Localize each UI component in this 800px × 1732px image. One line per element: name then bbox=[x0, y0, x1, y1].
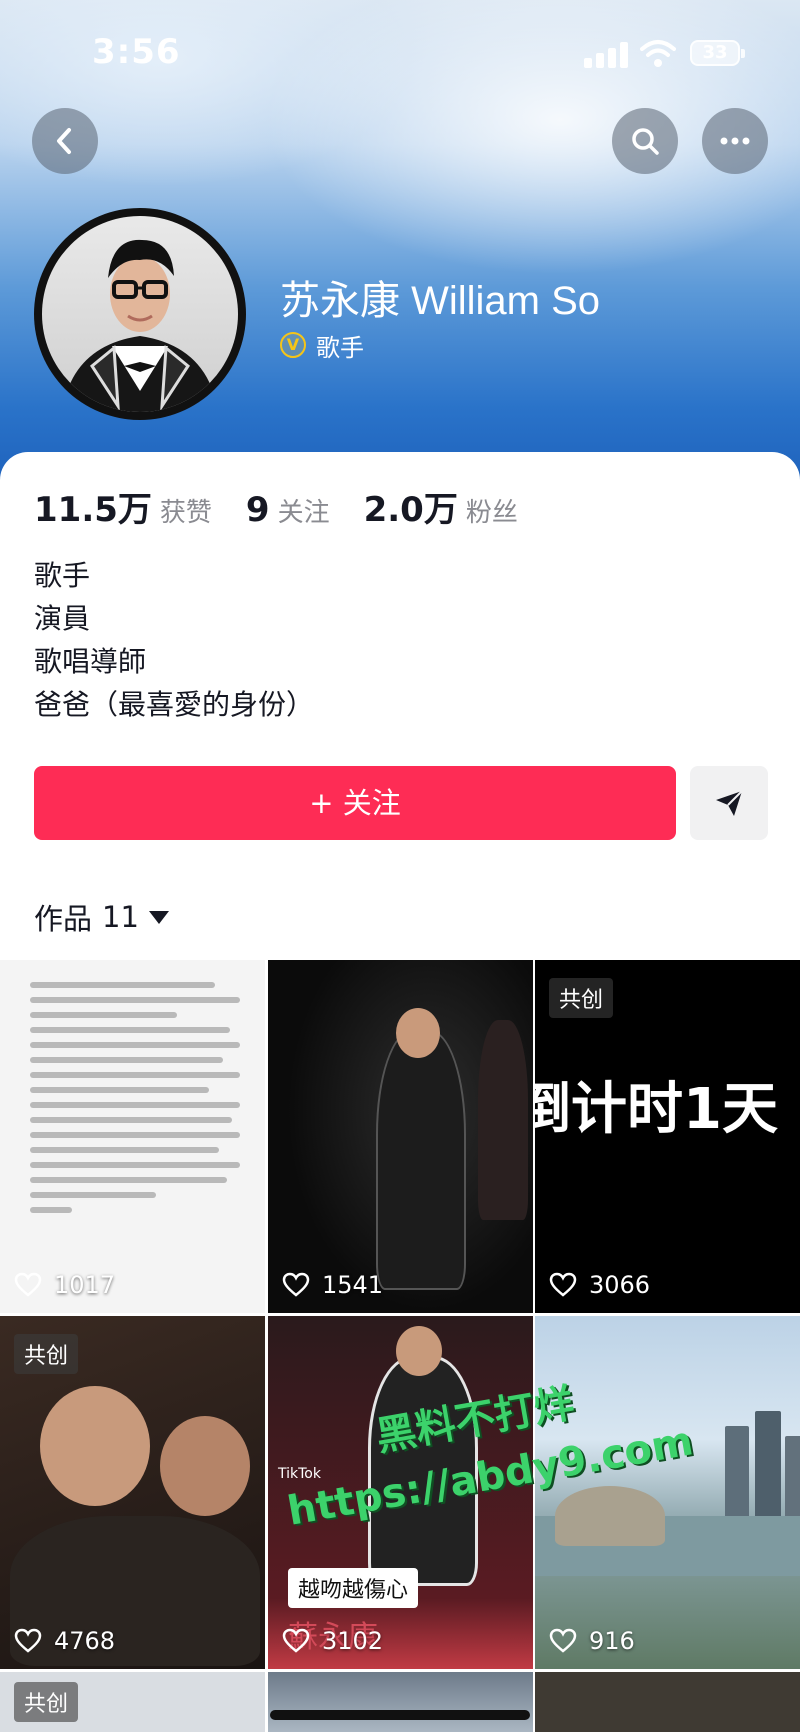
co-creation-tag: 共创 bbox=[14, 1682, 79, 1722]
letter-thumbnail bbox=[30, 982, 240, 1242]
like-count-value: 3102 bbox=[322, 1627, 384, 1655]
avatar-portrait bbox=[62, 239, 218, 412]
video-tile[interactable] bbox=[535, 1672, 800, 1732]
video-tile[interactable]: 共创 4768 bbox=[0, 1316, 265, 1669]
search-button[interactable] bbox=[612, 108, 678, 174]
verified-row: V 歌手 bbox=[280, 330, 364, 362]
back-button[interactable] bbox=[32, 108, 98, 174]
likes-label[interactable]: 获赞 bbox=[160, 492, 212, 529]
like-count: 1017 bbox=[14, 1271, 115, 1299]
heart-icon bbox=[549, 1272, 577, 1297]
video-tile[interactable] bbox=[268, 1672, 533, 1732]
stats-row: 11.5万 获赞 9 关注 2.0万 粉丝 bbox=[34, 482, 552, 531]
like-count: 3102 bbox=[282, 1627, 383, 1655]
wifi-icon bbox=[640, 40, 676, 67]
search-icon bbox=[632, 128, 659, 155]
like-count: 916 bbox=[549, 1627, 635, 1655]
likes-count[interactable]: 11.5万 bbox=[34, 482, 152, 531]
like-count-value: 1017 bbox=[54, 1271, 116, 1299]
verified-icon: V bbox=[280, 332, 306, 358]
home-indicator bbox=[270, 1710, 530, 1720]
works-tab[interactable]: 作品 11 bbox=[34, 896, 169, 938]
like-count: 3066 bbox=[549, 1271, 650, 1299]
heart-icon bbox=[282, 1272, 310, 1297]
follow-button[interactable]: + 关注 bbox=[34, 766, 676, 840]
bio-line: 歌唱導師 bbox=[34, 645, 147, 678]
performer-head bbox=[396, 1326, 442, 1376]
avatar[interactable] bbox=[34, 208, 246, 420]
co-creation-tag: 共创 bbox=[549, 978, 614, 1018]
status-time: 3:56 bbox=[92, 32, 181, 72]
like-count-value: 1541 bbox=[322, 1271, 384, 1299]
heart-icon bbox=[14, 1628, 42, 1653]
heart-icon bbox=[282, 1628, 310, 1653]
works-count: 11 bbox=[102, 900, 139, 934]
more-icon bbox=[720, 137, 750, 145]
following-count[interactable]: 9 bbox=[246, 490, 270, 530]
following-label[interactable]: 关注 bbox=[278, 492, 330, 529]
works-label: 作品 bbox=[34, 902, 93, 936]
like-count-value: 4768 bbox=[54, 1627, 116, 1655]
profile-name: 苏永康 William So bbox=[280, 279, 601, 323]
caret-down-icon bbox=[148, 910, 169, 924]
person-face bbox=[40, 1386, 150, 1506]
bio: 歌手 演員 歌唱導師 爸爸（最喜愛的身份） bbox=[34, 554, 314, 726]
send-icon bbox=[716, 790, 743, 816]
thumbnail-headline: 倒计时1天 bbox=[535, 1077, 778, 1142]
verified-label: 歌手 bbox=[316, 333, 364, 362]
bio-line: 演員 bbox=[34, 602, 91, 635]
video-tile[interactable]: 1017 bbox=[0, 960, 265, 1313]
chevron-left-icon bbox=[57, 128, 71, 154]
like-count-value: 916 bbox=[589, 1627, 635, 1655]
co-creation-tag: 共创 bbox=[14, 1334, 79, 1374]
followers-label[interactable]: 粉丝 bbox=[466, 492, 518, 529]
like-count: 1541 bbox=[282, 1271, 383, 1299]
like-count: 4768 bbox=[14, 1627, 115, 1655]
bio-line: 歌手 bbox=[34, 559, 91, 592]
battery-icon: 33 bbox=[690, 40, 745, 66]
bio-line: 爸爸（最喜愛的身份） bbox=[34, 688, 315, 721]
video-tile[interactable]: 1541 bbox=[268, 960, 533, 1313]
video-caption: 越吻越傷心 bbox=[288, 1568, 419, 1608]
heart-icon bbox=[549, 1628, 577, 1653]
performer-figure bbox=[376, 1030, 466, 1290]
more-button[interactable] bbox=[702, 108, 768, 174]
signal-icon bbox=[584, 42, 628, 68]
followers-count[interactable]: 2.0万 bbox=[364, 482, 458, 531]
performer-head bbox=[396, 1008, 440, 1058]
esplanade-dome bbox=[555, 1486, 665, 1546]
video-tile[interactable]: 共创 bbox=[0, 1672, 265, 1732]
share-button[interactable] bbox=[690, 766, 768, 840]
like-count-value: 3066 bbox=[589, 1271, 651, 1299]
heart-icon bbox=[14, 1272, 42, 1297]
status-bar: 3:56 33 bbox=[0, 32, 800, 76]
backup-singer-figure bbox=[478, 1020, 528, 1220]
video-tile[interactable]: 共创 倒计时1天 3066 bbox=[535, 960, 800, 1313]
person-face bbox=[160, 1416, 250, 1516]
